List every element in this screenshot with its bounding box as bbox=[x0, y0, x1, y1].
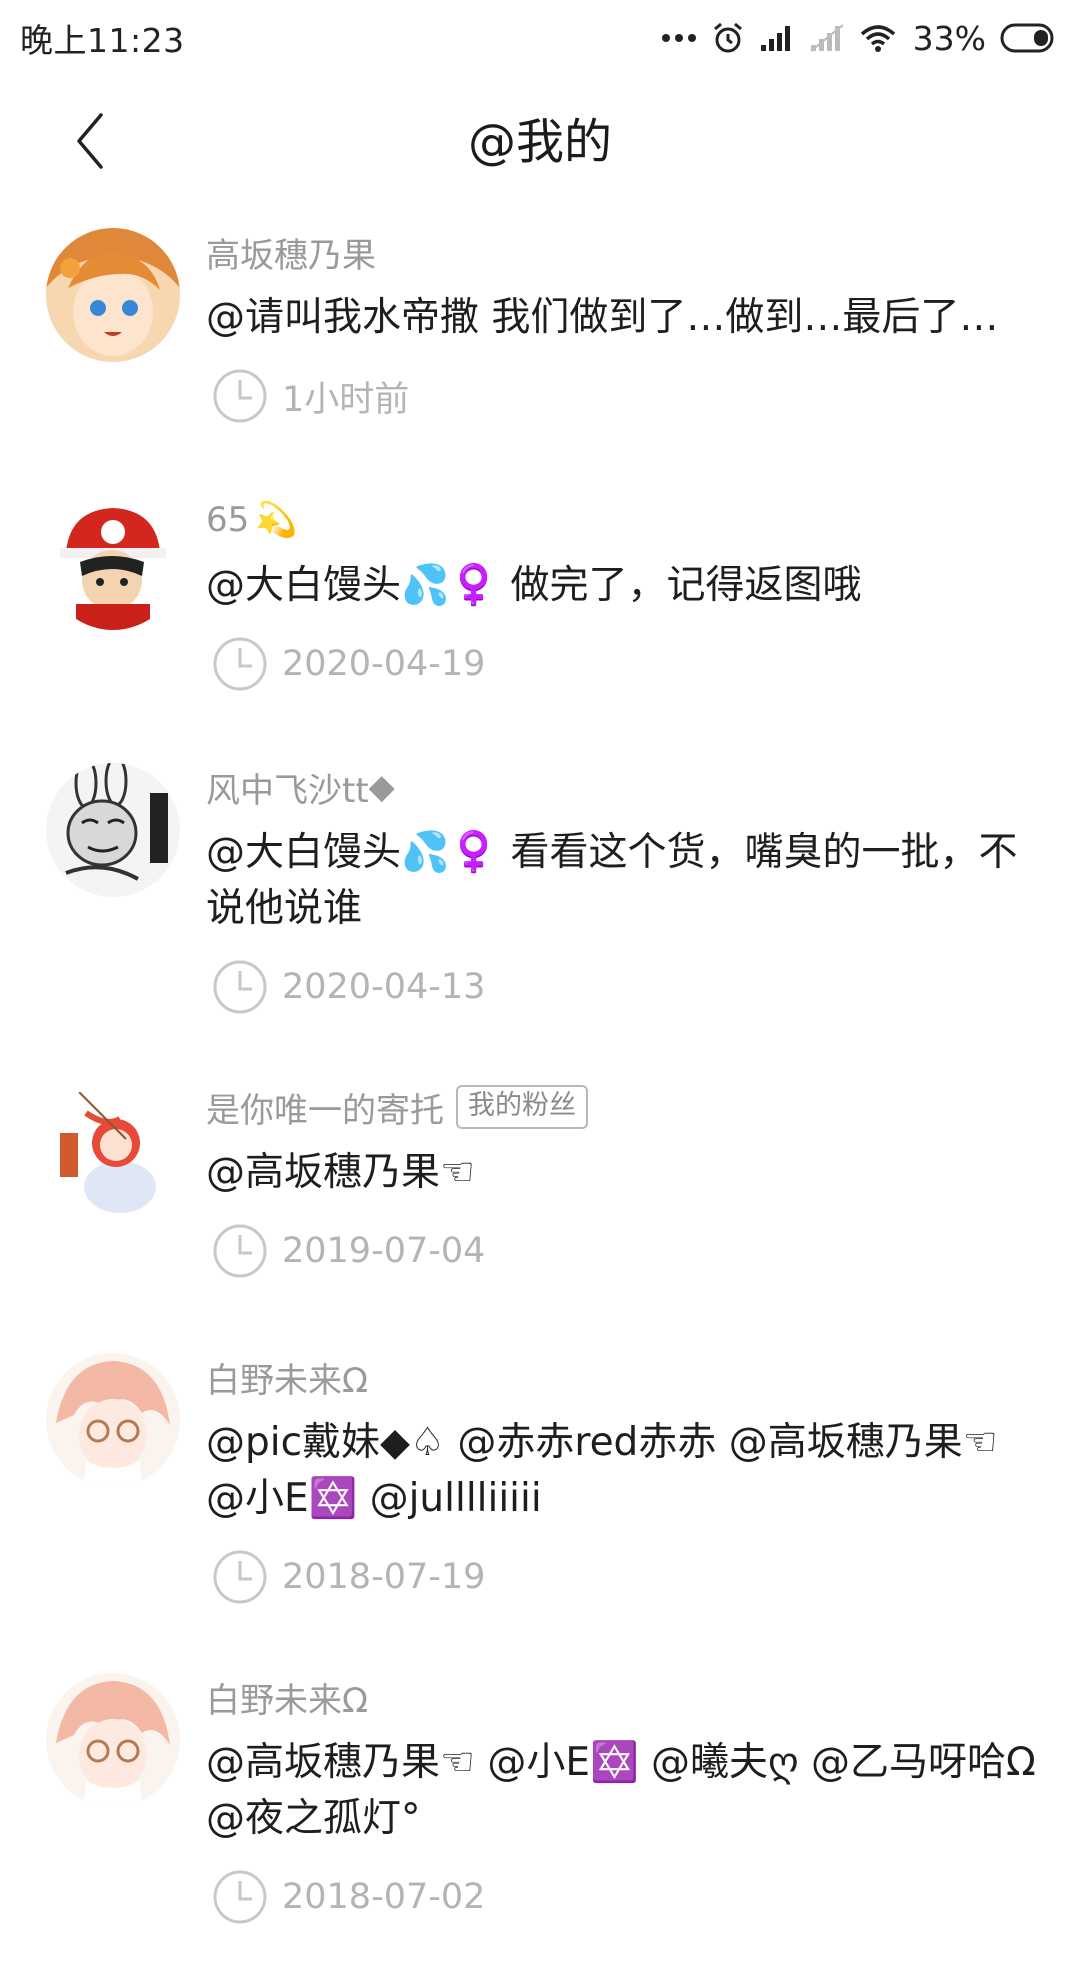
mention-list: 高坂穗乃果 @请叫我水帝撒 我们做到了…做到…最后了… 1小时前 65 💫 @大… bbox=[0, 204, 1080, 1983]
username[interactable]: 白野未来Ω bbox=[206, 1673, 1040, 1721]
avatar[interactable] bbox=[46, 763, 180, 897]
mention-message: @大白馒头💦♀️ 看看这个货，嘴臭的一批，不说他说谁 bbox=[206, 830, 1018, 931]
list-item[interactable]: 白野未来Ω @pic戴妹◆♤ @赤赤red赤赤 @高坂穗乃果☜ @小E✡️ @j… bbox=[0, 1331, 1080, 1653]
clock-icon bbox=[213, 369, 267, 423]
list-item[interactable]: 是你唯一的寄托 我的粉丝 @高坂穗乃果☜ 2019-07-04 bbox=[0, 1063, 1080, 1331]
avatar[interactable] bbox=[46, 228, 180, 362]
clock-icon bbox=[213, 637, 267, 691]
clock-icon bbox=[213, 1224, 267, 1278]
list-item[interactable]: 65 💫 @大白馒头💦♀️ 做完了，记得返图哦 2020-04-19 bbox=[0, 474, 1080, 741]
list-item[interactable]: 白野未来Ω @高坂穗乃果☜ @小E✡️ @曦夫ღ @乙马呀哈Ω @夜之孤灯° 2… bbox=[0, 1653, 1080, 1983]
avatar[interactable] bbox=[46, 1673, 180, 1807]
username[interactable]: 白野未来Ω bbox=[206, 1353, 1040, 1401]
status-time: 晚上11:23 bbox=[20, 21, 185, 60]
mention-message: @大白馒头💦♀️ 做完了，记得返图哦 bbox=[206, 563, 862, 608]
battery-percent: 33% bbox=[912, 18, 986, 58]
status-icons: 33% bbox=[661, 19, 1058, 58]
signal-weak-icon bbox=[810, 24, 844, 52]
timestamp: 2018-07-19 bbox=[206, 1547, 1040, 1607]
avatar[interactable] bbox=[46, 496, 180, 630]
avatar[interactable] bbox=[46, 1353, 180, 1487]
timestamp: 2018-07-02 bbox=[206, 1867, 1040, 1927]
mention-message: @请叫我水帝撒 我们做到了…做到…最后了… bbox=[206, 295, 999, 340]
clock-icon bbox=[213, 960, 267, 1014]
clock-icon bbox=[213, 1550, 267, 1604]
mention-message: @高坂穗乃果☜ bbox=[206, 1150, 475, 1195]
alarm-icon bbox=[713, 22, 742, 53]
mention-message: @高坂穗乃果☜ @小E✡️ @曦夫ღ @乙马呀哈Ω @夜之孤灯° bbox=[206, 1740, 1036, 1841]
wifi-icon bbox=[860, 25, 895, 52]
avatar[interactable] bbox=[46, 1083, 180, 1217]
more-dots-icon bbox=[661, 34, 696, 42]
status-bar: 晚上11:23 33% bbox=[0, 0, 1080, 76]
battery-icon bbox=[1000, 23, 1054, 53]
timestamp: 2020-04-19 bbox=[206, 634, 1040, 694]
list-item[interactable]: 高坂穗乃果 @请叫我水帝撒 我们做到了…做到…最后了… 1小时前 bbox=[0, 204, 1080, 474]
timestamp: 2019-07-04 bbox=[206, 1221, 1040, 1281]
username[interactable]: 风中飞沙tt ◆ bbox=[206, 763, 1040, 811]
nav-bar: @我的 bbox=[0, 76, 1080, 204]
signal-icon bbox=[760, 26, 790, 51]
clock-icon bbox=[213, 1870, 267, 1924]
username[interactable]: 高坂穗乃果 bbox=[206, 228, 1040, 276]
page-title: @我的 bbox=[467, 114, 612, 170]
list-item[interactable]: 风中飞沙tt ◆ @大白馒头💦♀️ 看看这个货，嘴臭的一批，不说他说谁 2020… bbox=[0, 741, 1080, 1063]
username[interactable]: 65 💫 bbox=[206, 496, 1040, 544]
fan-badge: 我的粉丝 bbox=[456, 1085, 588, 1129]
username[interactable]: 是你唯一的寄托 我的粉丝 bbox=[206, 1083, 1040, 1131]
timestamp: 2020-04-13 bbox=[206, 957, 1040, 1017]
timestamp: 1小时前 bbox=[206, 366, 1040, 426]
mention-message: @pic戴妹◆♤ @赤赤red赤赤 @高坂穗乃果☜ @小E✡️ @julllli… bbox=[206, 1420, 998, 1521]
